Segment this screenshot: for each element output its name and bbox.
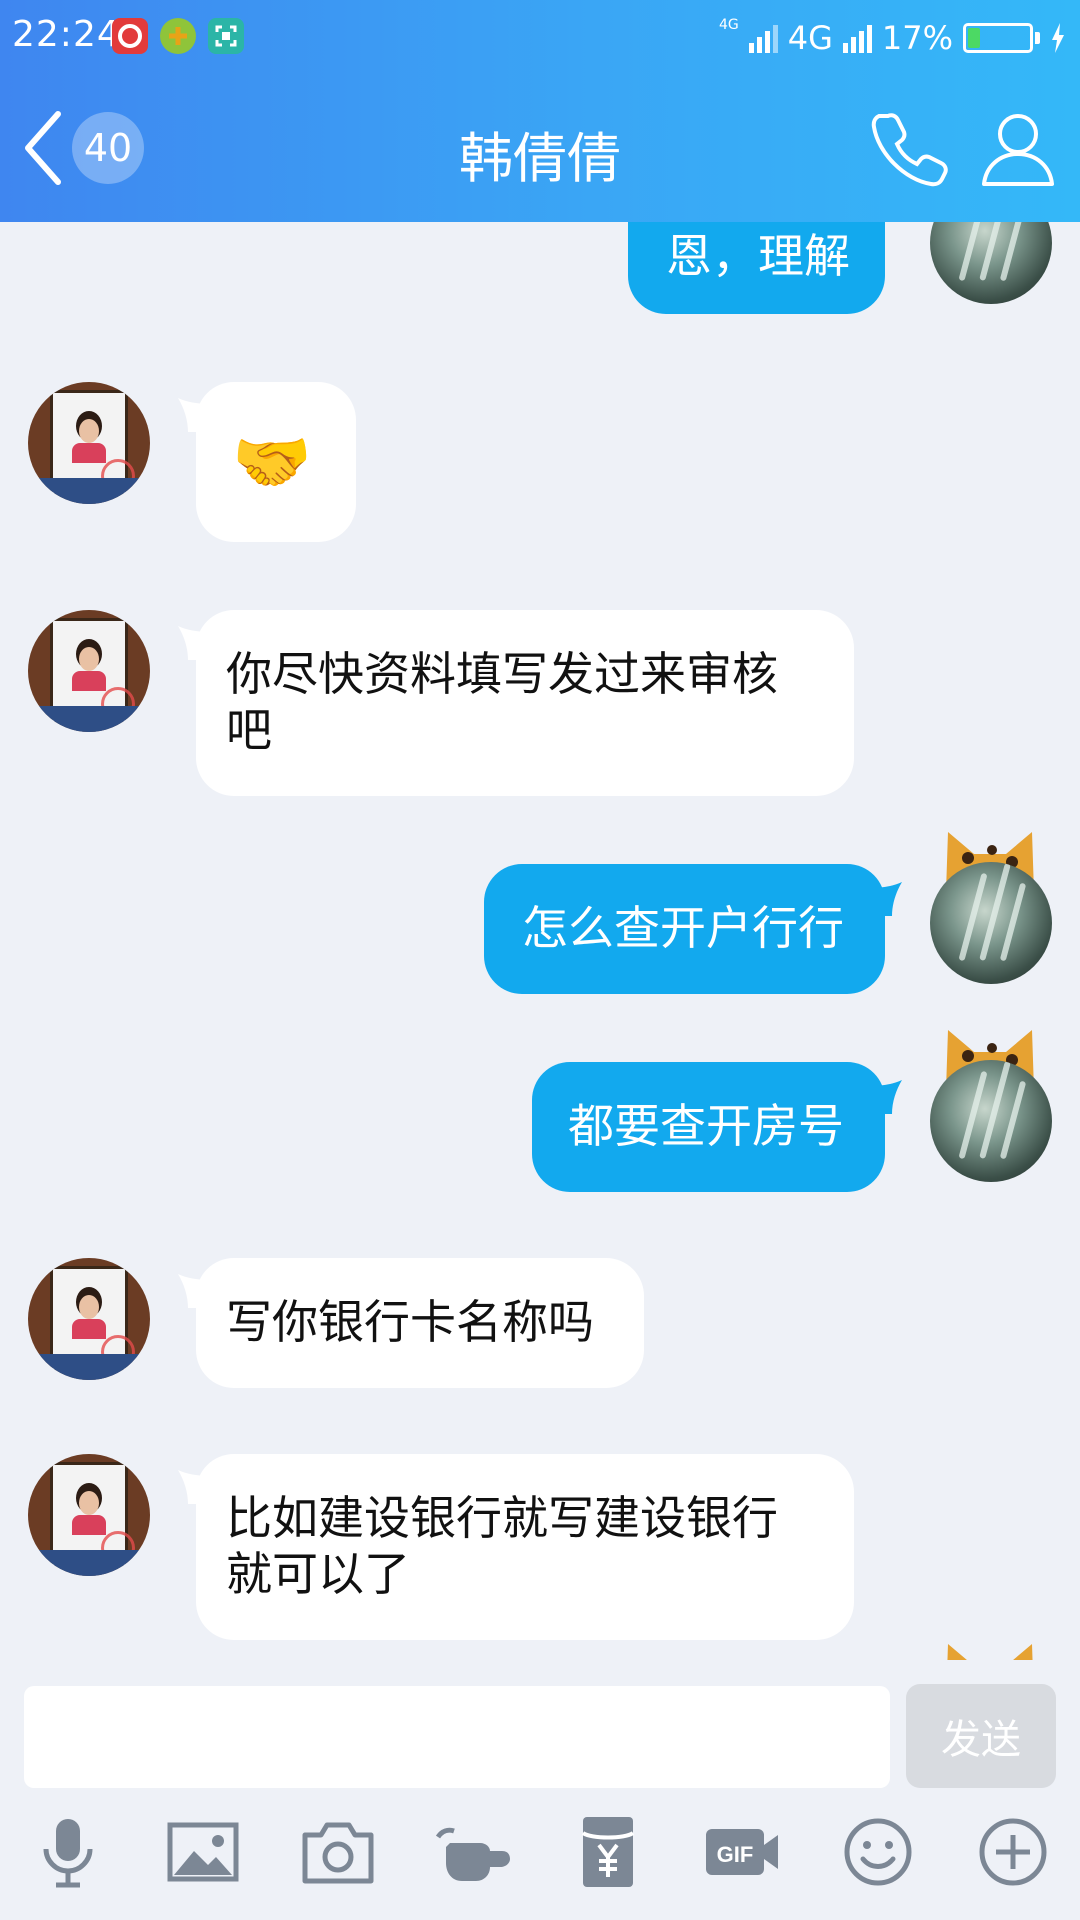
my-avatar[interactable] — [930, 222, 1052, 304]
handshake-emoji: 🤝 — [232, 426, 312, 500]
image-icon[interactable] — [163, 1812, 243, 1892]
signal-icon-2 — [842, 23, 872, 53]
network-small-label: 4G — [718, 17, 739, 33]
peer-avatar[interactable] — [28, 1454, 150, 1576]
battery-icon — [963, 23, 1033, 53]
my-avatar[interactable] — [930, 1060, 1052, 1182]
composer: 发送 — [0, 1660, 1080, 1790]
gif-icon[interactable]: GIF — [703, 1812, 783, 1892]
message-input[interactable] — [24, 1686, 890, 1788]
message-text: 比如建设银行就写建设银行 就可以了 — [226, 1491, 778, 1601]
message-text: 恩，理解 — [666, 229, 850, 283]
cat-ear-hat-decoration — [947, 1644, 1033, 1660]
message-text: 怎么查开户行行 — [522, 901, 844, 955]
signal-icon — [748, 23, 778, 53]
battery-tip — [1035, 32, 1040, 44]
message-bubble[interactable]: 比如建设银行就写建设银行 就可以了 — [196, 1454, 854, 1640]
profile-icon[interactable] — [980, 108, 1056, 188]
svg-text:GIF: GIF — [717, 1842, 754, 1867]
status-indicators: 4G 4G 17% — [719, 14, 1066, 62]
peer-avatar[interactable] — [28, 610, 150, 732]
message-bubble[interactable]: 都要查开房号 — [532, 1062, 885, 1192]
battery-percent: 17% — [881, 19, 953, 57]
message-bubble[interactable]: 你尽快资料填写发过来审核 吧 — [196, 610, 854, 796]
chat-header: 22:24 4G 4G 17% 40 韩倩倩 — [0, 0, 1080, 222]
charging-icon — [1052, 23, 1064, 53]
message-text: 写你银行卡名称吗 — [226, 1295, 594, 1349]
input-toolbar: GIF — [0, 1790, 1080, 1920]
emoji-icon[interactable] — [838, 1812, 918, 1892]
nav-bar: 40 韩倩倩 — [0, 78, 1080, 222]
red-packet-icon[interactable] — [568, 1812, 648, 1892]
peer-avatar[interactable] — [28, 1258, 150, 1380]
netease-music-icon — [112, 18, 148, 54]
network-label: 4G — [787, 19, 833, 57]
message-bubble[interactable]: 写你银行卡名称吗 — [196, 1258, 644, 1388]
send-button[interactable]: 发送 — [906, 1684, 1056, 1788]
app-update-icon — [160, 18, 196, 54]
message-bubble[interactable]: 🤝 — [196, 382, 356, 542]
camera-icon[interactable] — [298, 1812, 378, 1892]
my-avatar[interactable] — [930, 862, 1052, 984]
message-text: 你尽快资料填写发过来审核 吧 — [226, 647, 778, 757]
mic-icon[interactable] — [28, 1812, 108, 1892]
message-bubble[interactable]: 怎么查开户行行 — [484, 864, 885, 994]
message-list[interactable]: 恩，理解 🤝 你尽快资料填写发过来审核 吧 怎么查开户行行 都要查开房号 写你银… — [0, 222, 1080, 1660]
poke-icon[interactable] — [433, 1812, 513, 1892]
message-text: 都要查开房号 — [568, 1099, 844, 1153]
peer-avatar[interactable] — [28, 382, 150, 504]
status-time: 22:24 — [12, 14, 121, 55]
status-bar: 22:24 4G 4G 17% — [0, 0, 1080, 78]
message-bubble[interactable]: 恩，理解 — [628, 222, 885, 314]
scan-icon — [208, 18, 244, 54]
phone-icon[interactable] — [870, 108, 950, 188]
plus-icon[interactable] — [973, 1812, 1053, 1892]
